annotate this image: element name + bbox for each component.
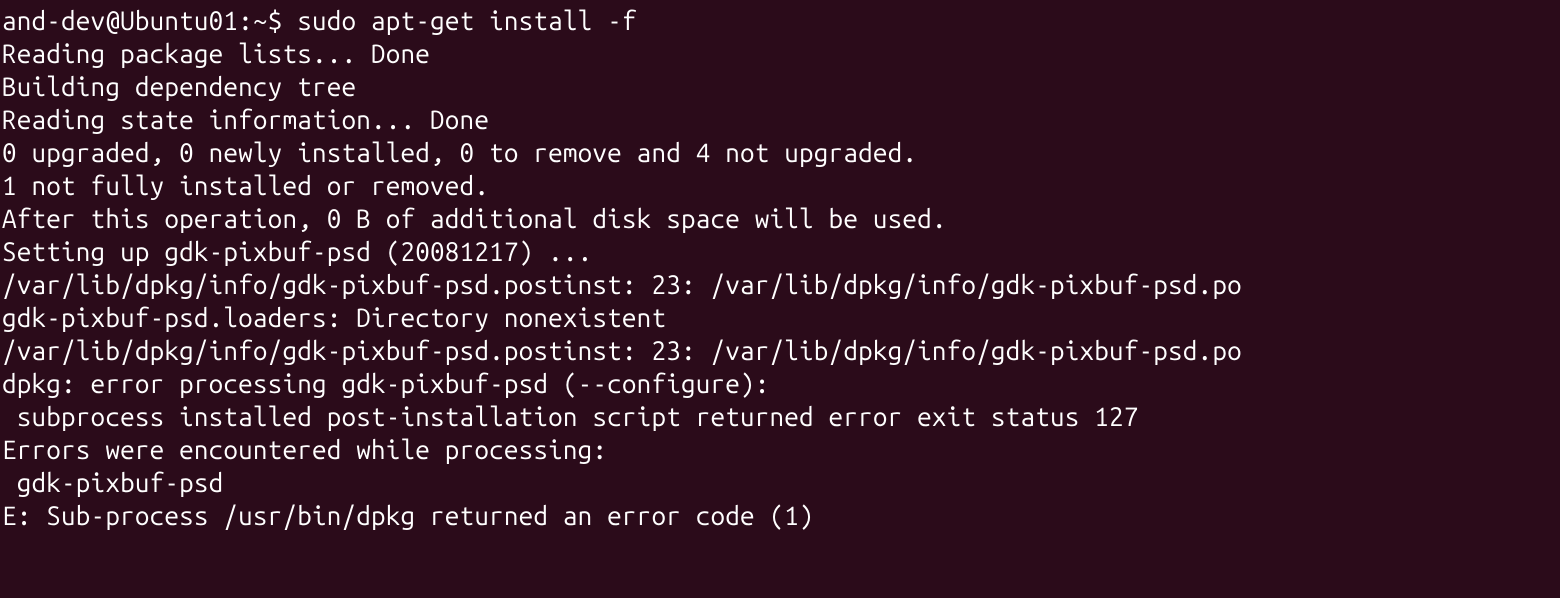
output-line: 0 upgraded, 0 newly installed, 0 to remo… bbox=[2, 138, 917, 167]
prompt-dollar: $ bbox=[268, 6, 283, 35]
output-line: Reading package lists... Done bbox=[2, 39, 430, 68]
output-line: /var/lib/dpkg/info/gdk-pixbuf-psd.postin… bbox=[2, 270, 1242, 299]
output-line: gdk-pixbuf-psd.loaders: Directory nonexi… bbox=[2, 303, 666, 332]
output-line: gdk-pixbuf-psd bbox=[2, 468, 223, 497]
output-line: Errors were encountered while processing… bbox=[2, 435, 607, 464]
prompt-separator: : bbox=[238, 6, 253, 35]
output-line: subprocess installed post-installation s… bbox=[2, 402, 1139, 431]
prompt-path: ~ bbox=[253, 6, 268, 35]
output-line: Setting up gdk-pixbuf-psd (20081217) ... bbox=[2, 237, 592, 266]
prompt-user-host: and-dev@Ubuntu01 bbox=[2, 6, 238, 35]
output-line: 1 not fully installed or removed. bbox=[2, 171, 489, 200]
output-line: dpkg: error processing gdk-pixbuf-psd (-… bbox=[2, 369, 770, 398]
output-line: After this operation, 0 B of additional … bbox=[2, 204, 947, 233]
terminal[interactable]: and-dev@Ubuntu01:~$ sudo apt-get install… bbox=[0, 0, 1560, 532]
output-line: Reading state information... Done bbox=[2, 105, 489, 134]
output-line: E: Sub-process /usr/bin/dpkg returned an… bbox=[2, 501, 814, 530]
output-line: Building dependency tree bbox=[2, 72, 356, 101]
command-text: sudo apt-get install -f bbox=[297, 6, 636, 35]
output-line: /var/lib/dpkg/info/gdk-pixbuf-psd.postin… bbox=[2, 336, 1242, 365]
